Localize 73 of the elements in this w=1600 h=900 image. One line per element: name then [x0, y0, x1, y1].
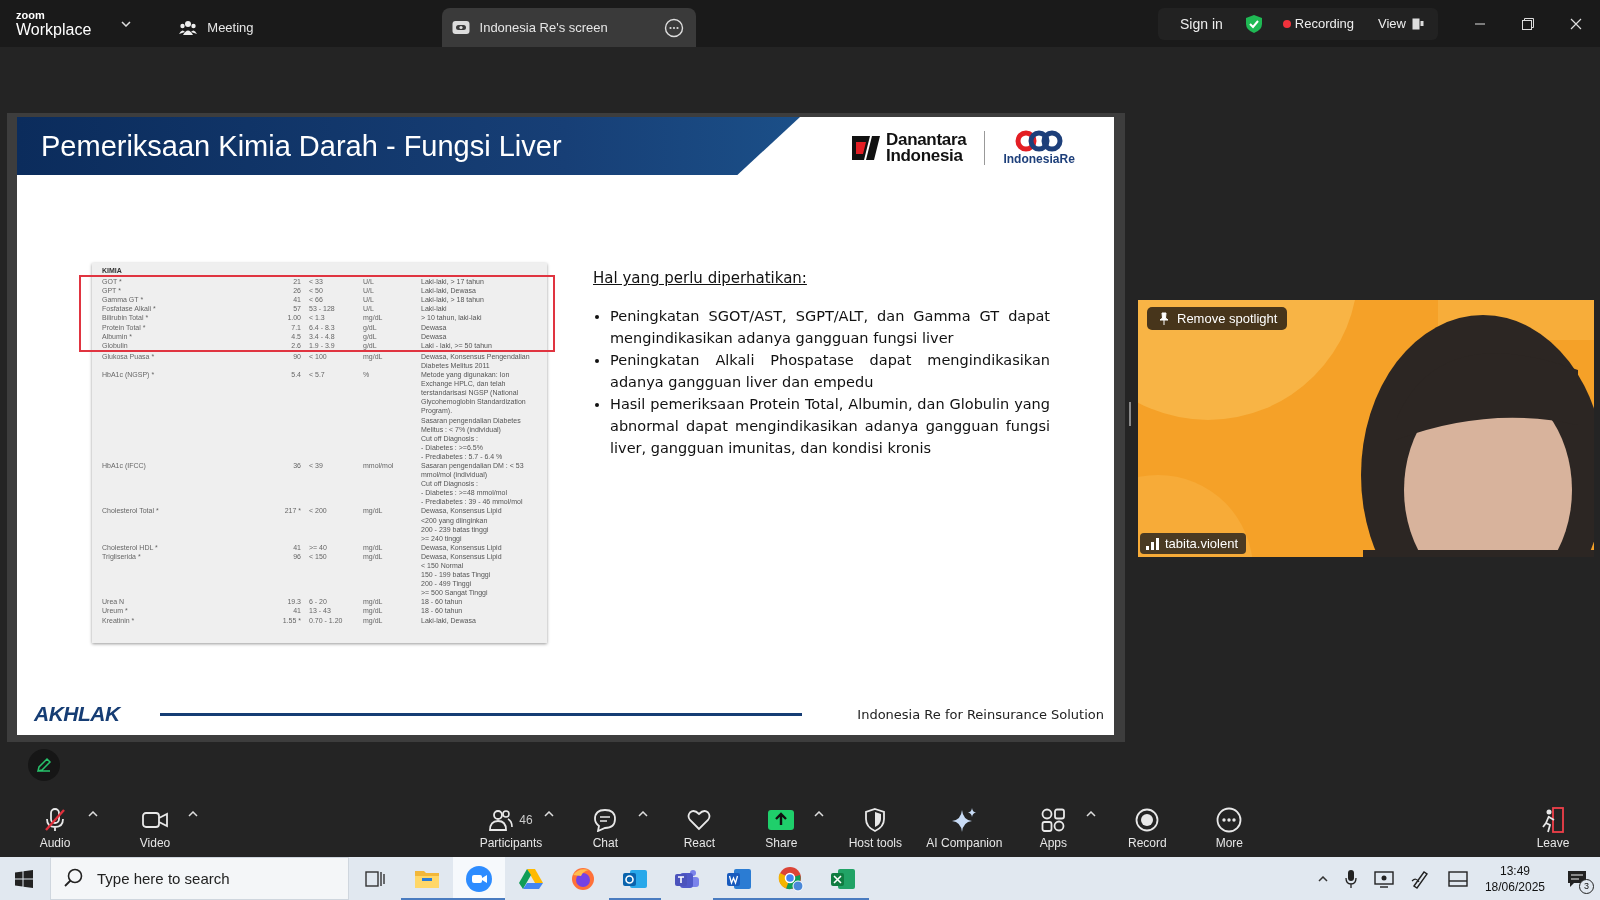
- logo-text: Indonesia: [886, 148, 964, 165]
- browser-icon: [778, 865, 804, 892]
- leave-button[interactable]: Leave: [1522, 807, 1584, 850]
- logo-text: Danantara: [886, 131, 967, 148]
- clock-time: 13:49: [1499, 862, 1530, 879]
- task-view-icon[interactable]: [365, 869, 385, 888]
- footer-text: Indonesia Re for Reinsurance Solution: [857, 706, 1104, 722]
- search-icon: [64, 868, 84, 888]
- bullet-icon: [595, 403, 599, 407]
- people-icon: [489, 809, 514, 831]
- annotate-button[interactable]: [28, 749, 60, 781]
- pencil-icon: [36, 757, 52, 773]
- microphone-icon[interactable]: [1344, 869, 1357, 888]
- tab[interactable]: Indonesia Re's screen: [441, 8, 696, 47]
- close-icon[interactable]: [1570, 17, 1582, 30]
- bullet-icon: [595, 359, 599, 363]
- emblem-icon: [852, 136, 880, 160]
- windows-icon: [15, 869, 33, 888]
- participant-name: tabita.violent: [1165, 536, 1238, 551]
- display-icon[interactable]: [1373, 869, 1394, 888]
- layout-icon: [1412, 17, 1424, 30]
- record-button[interactable]: Record: [1116, 807, 1179, 850]
- caret-icon[interactable]: [1317, 875, 1328, 882]
- pin-icon: [1157, 311, 1171, 326]
- spreadsheet-icon: [830, 866, 856, 891]
- logo-wordmark: zoom: [16, 9, 46, 21]
- audio-button[interactable]: Audio: [24, 807, 86, 850]
- video-button[interactable]: Video: [124, 807, 186, 850]
- more-icon[interactable]: [663, 17, 684, 38]
- shield-check-icon: [1244, 13, 1263, 34]
- chat-button[interactable]: Chat: [574, 807, 637, 850]
- remove-spotlight-button[interactable]: Remove spotlight: [1147, 307, 1288, 330]
- bullet-text: Peningkatan Alkali Phospatase dapat mengindikasikan adanya gangguan liver dan empedu: [610, 351, 1050, 392]
- clock-button[interactable]: 13:49 18/06/2025: [1484, 862, 1545, 895]
- recording-label: Recording: [1294, 16, 1355, 31]
- recording-dot-icon: [1282, 19, 1291, 28]
- apps-icon: [1041, 808, 1066, 832]
- pen-icon[interactable]: [1410, 868, 1431, 889]
- message-icon: [1567, 869, 1587, 888]
- react-button[interactable]: React: [668, 807, 731, 850]
- product-name: Workplace: [16, 21, 92, 38]
- people-icon: [179, 19, 198, 36]
- chat-bubble-icon: [593, 808, 618, 832]
- clock-date: 18/06/2025: [1484, 878, 1545, 895]
- tab[interactable]: Meeting: [151, 8, 268, 47]
- taskbar-app-button[interactable]: [453, 857, 505, 900]
- bullet-text: Peningkatan SGOT/AST, SGPT/ALT, dan Gamma GT dapat mengindikasikan adanya gangguan fungsi liver: [610, 307, 1050, 348]
- screen-share-icon: [451, 19, 470, 36]
- rings-icon: [1015, 130, 1064, 152]
- share-screen-icon: [768, 809, 795, 831]
- search-field[interactable]: Type here to search: [50, 857, 349, 900]
- apps-button[interactable]: Apps: [1022, 807, 1085, 850]
- ai-companion-button[interactable]: AI Companion: [926, 807, 1003, 850]
- notifications-button[interactable]: 3: [1562, 863, 1592, 894]
- bullet-icon: [595, 315, 599, 319]
- participant-count: 46: [519, 813, 533, 827]
- signal-icon: [1146, 537, 1160, 550]
- participants-button[interactable]: 46 Participants: [479, 807, 543, 850]
- notes-heading: Hal yang perlu diperhatikan:: [593, 269, 807, 287]
- restore-icon[interactable]: [1522, 17, 1534, 30]
- slide-title: Pemeriksaan Kimia Darah - Fungsi Liver: [41, 129, 562, 163]
- more-button[interactable]: More: [1198, 807, 1261, 850]
- view-button[interactable]: View: [1378, 16, 1424, 31]
- bullet-text: Hasil pemeriksaan Protein Total, Albumin, dan Globulin yang abnormal dapat mengindikasikan adanya gangguan fungsi liver, gangguan imunitas, dan kondisi kronis: [610, 395, 1050, 458]
- video-camera-icon: [466, 865, 492, 892]
- share-button[interactable]: Share: [750, 807, 813, 850]
- host-tools-button[interactable]: Host tools: [844, 807, 907, 850]
- document-icon: [726, 866, 752, 891]
- footer-logo: AKHLAK: [34, 702, 120, 726]
- logo-text: IndonesiaRe: [1003, 152, 1075, 166]
- sign-in-button[interactable]: Sign in: [1179, 15, 1223, 32]
- splitter-handle[interactable]: [1129, 402, 1131, 426]
- folder-icon: [415, 868, 439, 889]
